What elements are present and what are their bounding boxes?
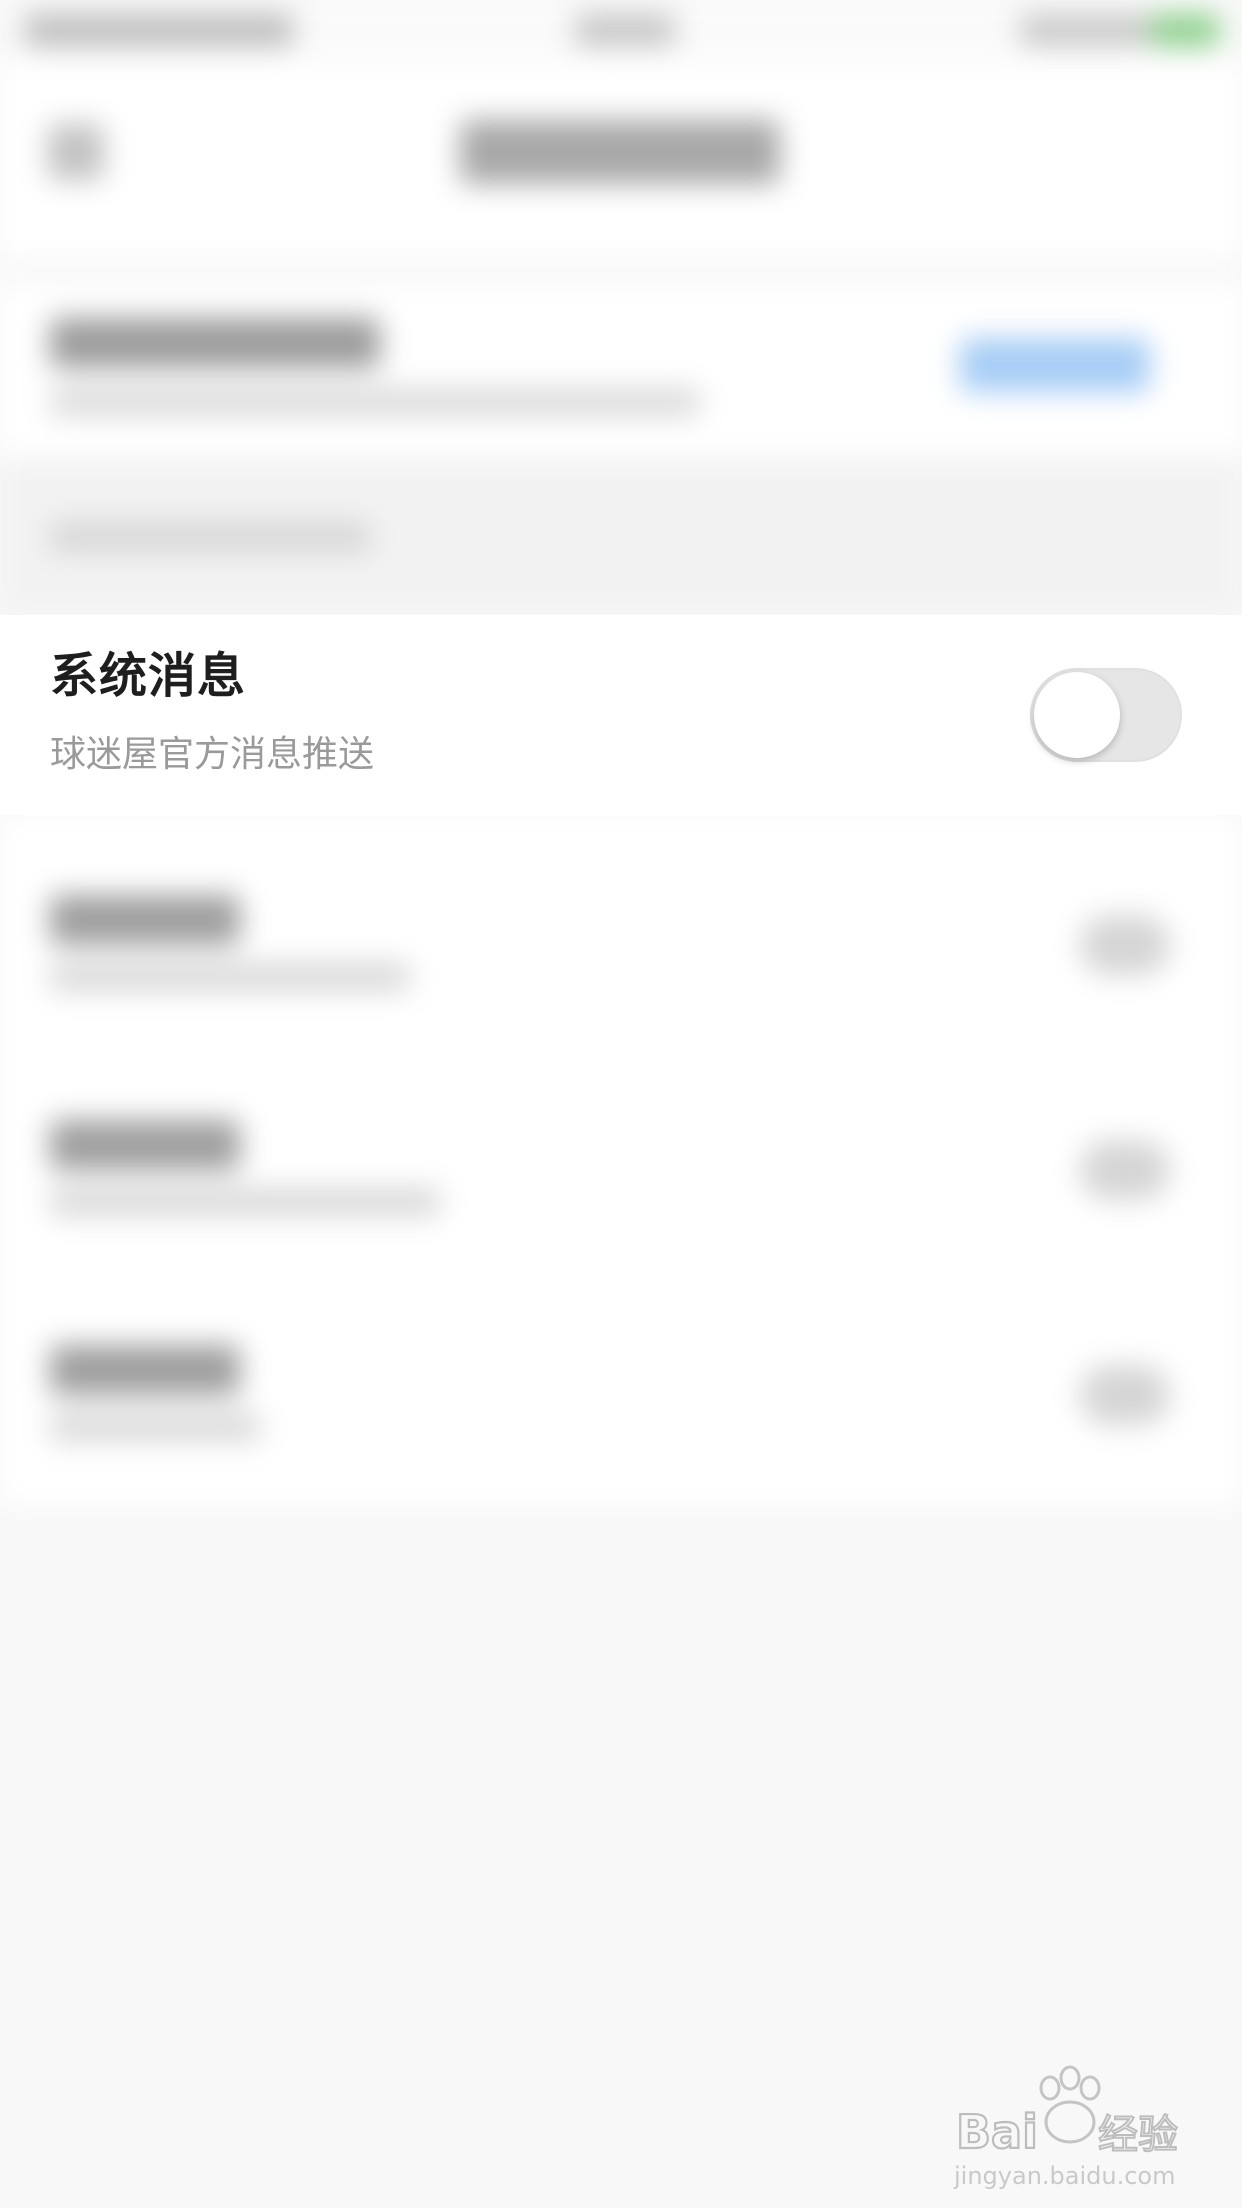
- blurred-row-title: [50, 1345, 240, 1395]
- svg-text:经验: 经验: [1098, 2112, 1178, 2158]
- system-message-toggle[interactable]: [1030, 668, 1182, 762]
- nav-bar: [0, 62, 1242, 262]
- blurred-title: [50, 318, 380, 368]
- toggle-knob: [1034, 672, 1120, 758]
- status-bar: [0, 0, 1242, 62]
- status-carrier: [24, 14, 294, 46]
- watermark-url: jingyan.baidu.com: [953, 2162, 1175, 2190]
- baidu-jingyan-watermark: Bai 经验 jingyan.baidu.com: [953, 2065, 1179, 2190]
- blurred-list: [0, 815, 1242, 1505]
- blurred-card-top: [0, 278, 1242, 458]
- blurred-toggle: [1080, 1365, 1170, 1425]
- blurred-background: [0, 0, 1242, 2208]
- system-message-subtitle: 球迷屋官方消息推送: [50, 734, 375, 775]
- blurred-row-subtitle: [50, 963, 410, 991]
- blurred-section-label: [50, 522, 370, 552]
- status-time: [575, 14, 675, 46]
- blurred-section-header: [0, 458, 1242, 615]
- blurred-row-subtitle: [50, 1188, 440, 1216]
- blurred-subtitle: [50, 388, 700, 416]
- blurred-button: [960, 338, 1150, 392]
- blurred-row-subtitle: [50, 1413, 260, 1441]
- blurred-row-title: [50, 895, 240, 945]
- blurred-toggle: [1080, 915, 1170, 975]
- battery-level: [1150, 14, 1220, 46]
- back-icon: [48, 124, 104, 180]
- divider: [0, 262, 1242, 278]
- blurred-row-title: [50, 1120, 240, 1170]
- status-battery: [1020, 14, 1150, 46]
- nav-title: [460, 120, 780, 184]
- system-message-title: 系统消息: [50, 648, 247, 704]
- blurred-toggle: [1080, 1140, 1170, 1200]
- svg-text:Bai: Bai: [956, 2105, 1038, 2159]
